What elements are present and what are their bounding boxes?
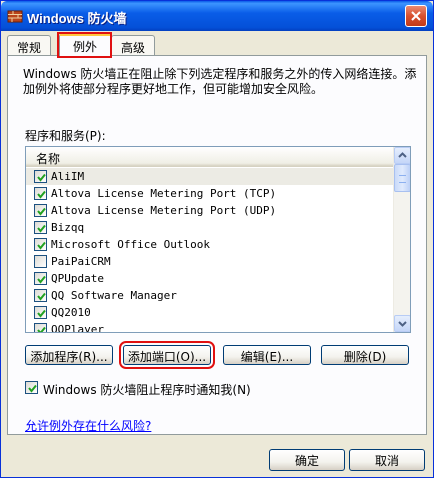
item-label: Microsoft Office Outlook — [51, 238, 210, 251]
close-button[interactable] — [405, 5, 427, 27]
list-item[interactable]: Altova License Metering Port (UDP) — [26, 202, 394, 219]
list-item[interactable]: QPUpdate — [26, 270, 394, 287]
list-item[interactable]: QQ Software Manager — [26, 287, 394, 304]
item-label: QPUpdate — [51, 272, 104, 285]
checkmark-icon — [37, 292, 46, 301]
notify-label: Windows 防火墙阻止程序时通知我(N) — [43, 383, 251, 397]
tab-general[interactable]: 常规 — [7, 35, 51, 55]
edit-button[interactable]: 编辑(E)... — [223, 345, 311, 365]
item-label: PaiPaiCRM — [51, 255, 111, 268]
item-checkbox[interactable] — [34, 238, 47, 251]
exception-risk-link[interactable]: 允许例外存在什么风险? — [25, 417, 151, 434]
tab-advanced[interactable]: 高级 — [111, 35, 155, 55]
item-label: QQ Software Manager — [51, 289, 177, 302]
item-checkbox[interactable] — [34, 255, 47, 268]
notify-checkbox[interactable] — [25, 381, 38, 394]
item-label: QQPlayer — [51, 323, 104, 333]
close-icon — [411, 11, 421, 21]
checkmark-icon — [37, 190, 46, 199]
list-scrollbar[interactable] — [393, 147, 410, 332]
item-label: Altova License Metering Port (TCP) — [51, 187, 277, 200]
checkmark-icon — [37, 326, 46, 332]
item-checkbox[interactable] — [34, 187, 47, 200]
checkmark-icon — [37, 309, 46, 318]
programs-list[interactable]: 名称 AliIM Altova License Metering Port (TC… — [25, 146, 411, 333]
list-item[interactable]: AliIM — [26, 168, 394, 185]
item-checkbox[interactable] — [34, 204, 47, 217]
scroll-thumb[interactable] — [394, 164, 410, 192]
list-item[interactable]: PaiPaiCRM — [26, 253, 394, 270]
checkmark-icon — [37, 173, 46, 182]
column-header-name[interactable]: 名称 — [26, 147, 394, 167]
item-checkbox[interactable] — [34, 323, 47, 332]
item-label: Bizqq — [51, 221, 85, 234]
tab-highlight-box — [57, 32, 112, 58]
scroll-up-button[interactable] — [394, 147, 410, 164]
checkmark-icon — [37, 275, 46, 284]
list-item[interactable]: QQPlayer — [26, 321, 394, 333]
cancel-button[interactable]: 取消 — [349, 449, 425, 471]
add-program-button[interactable]: 添加程序(R)... — [25, 345, 113, 365]
item-checkbox[interactable] — [34, 306, 47, 319]
add-port-button[interactable]: 添加端口(O)... — [119, 341, 215, 369]
checkmark-icon — [28, 384, 37, 393]
item-checkbox[interactable] — [34, 289, 47, 302]
list-rows: AliIM Altova License Metering Port (TCP) A… — [26, 168, 394, 333]
checkmark-icon — [37, 241, 46, 250]
item-checkbox[interactable] — [34, 272, 47, 285]
checkmark-icon — [37, 207, 46, 216]
firewall-icon — [7, 8, 23, 24]
description-text: Windows 防火墙正在阻止除下列选定程序和服务之外的传入网络连接。添加例外将… — [23, 67, 417, 96]
checkmark-icon — [37, 224, 46, 233]
item-checkbox[interactable] — [34, 170, 47, 183]
item-label: QQ2010 — [51, 306, 91, 319]
window-title: Windows 防火墙 — [27, 11, 127, 26]
list-item[interactable]: Bizqq — [26, 219, 394, 236]
chevron-up-icon — [398, 152, 407, 158]
firewall-window: Windows 防火墙 常规 例外 高级 Windows 防火墙正在阻止除下列选… — [0, 0, 434, 478]
list-item[interactable]: Microsoft Office Outlook — [26, 236, 394, 253]
chevron-down-icon — [398, 321, 407, 327]
scroll-down-button[interactable] — [394, 315, 410, 332]
list-item[interactable]: Altova License Metering Port (TCP) — [26, 185, 394, 202]
list-item[interactable]: QQ2010 — [26, 304, 394, 321]
item-label: Altova License Metering Port (UDP) — [51, 204, 277, 217]
item-label: AliIM — [51, 170, 85, 183]
title-bar[interactable]: Windows 防火墙 — [1, 1, 433, 31]
delete-button[interactable]: 删除(D) — [321, 345, 409, 365]
ok-button[interactable]: 确定 — [269, 449, 345, 471]
item-checkbox[interactable] — [34, 221, 47, 234]
programs-list-label: 程序和服务(P): — [25, 129, 106, 143]
